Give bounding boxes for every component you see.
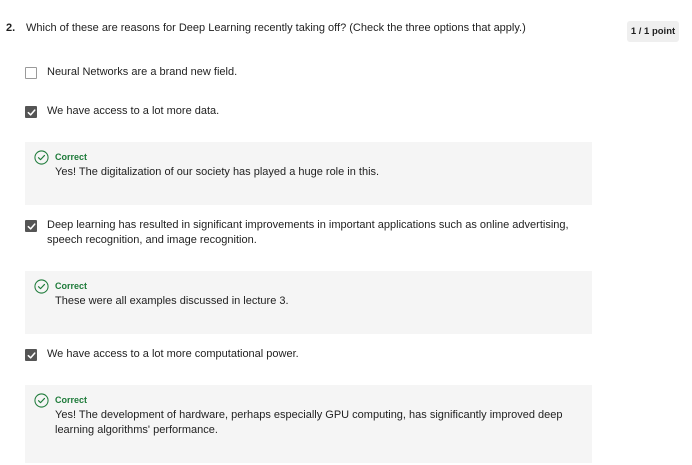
check-circle-icon <box>34 279 49 294</box>
checkbox[interactable] <box>25 67 37 79</box>
feedback-text: These were all examples discussed in lec… <box>55 295 289 307</box>
option-label: Neural Networks are a brand new field. <box>47 66 238 78</box>
checkbox-checked[interactable] <box>25 106 37 118</box>
checkmark-icon <box>27 109 36 116</box>
feedback-more-data: Correct Yes! The digitalization of our s… <box>25 142 592 205</box>
question-number: 2. <box>6 22 16 34</box>
feedback-status: Correct <box>55 395 88 405</box>
question-text: Which of these are reasons for Deep Lear… <box>26 22 526 34</box>
feedback-status: Correct <box>55 281 88 291</box>
checkbox-checked[interactable] <box>25 349 37 361</box>
checkmark-icon <box>27 352 36 359</box>
option-label: We have access to a lot more computation… <box>47 348 299 360</box>
checkmark-icon <box>27 223 36 230</box>
check-circle-icon <box>34 150 49 165</box>
feedback-more-computational-power: Correct Yes! The development of hardware… <box>25 385 592 463</box>
feedback-improved-applications: Correct These were all examples discusse… <box>25 271 592 334</box>
option-label: Deep learning has resulted in significan… <box>47 219 569 246</box>
feedback-status: Correct <box>55 152 88 162</box>
check-circle-icon <box>34 393 49 408</box>
points-badge: 1 / 1 point <box>627 21 679 42</box>
checkbox-checked[interactable] <box>25 220 37 232</box>
option-label: We have access to a lot more data. <box>47 105 220 117</box>
feedback-text: Yes! The development of hardware, perhap… <box>55 409 563 436</box>
feedback-text: Yes! The digitalization of our society h… <box>55 166 380 178</box>
